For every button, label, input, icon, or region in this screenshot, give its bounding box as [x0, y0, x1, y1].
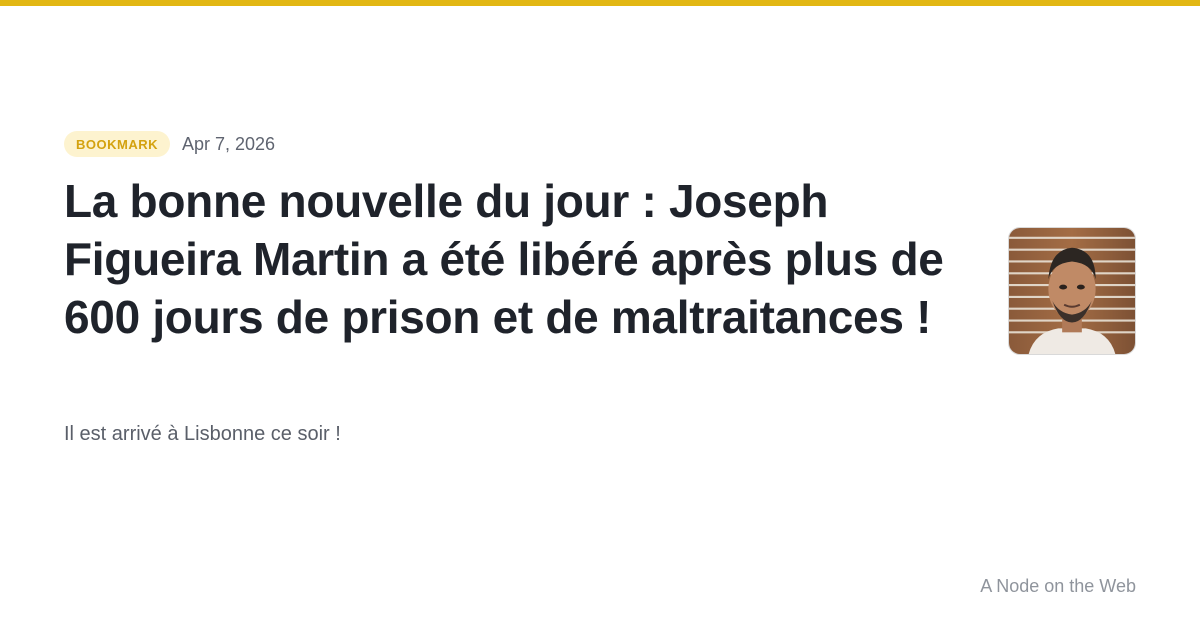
site-name: A Node on the Web	[980, 576, 1136, 596]
post-title: La bonne nouvelle du jour : Joseph Figue…	[64, 175, 944, 343]
author-avatar	[1008, 227, 1136, 355]
post-type-badge: BOOKMARK	[64, 131, 170, 157]
og-card: BOOKMARK Apr 7, 2026 La bonne nouvelle d…	[0, 0, 1200, 630]
post-date: Apr 7, 2026	[182, 133, 276, 154]
post-meta: BOOKMARK Apr 7, 2026	[64, 131, 275, 157]
accent-bar	[0, 0, 1200, 6]
post-subtitle: Il est arrivé à Lisbonne ce soir !	[64, 423, 341, 445]
author-portrait-icon	[1009, 228, 1135, 354]
